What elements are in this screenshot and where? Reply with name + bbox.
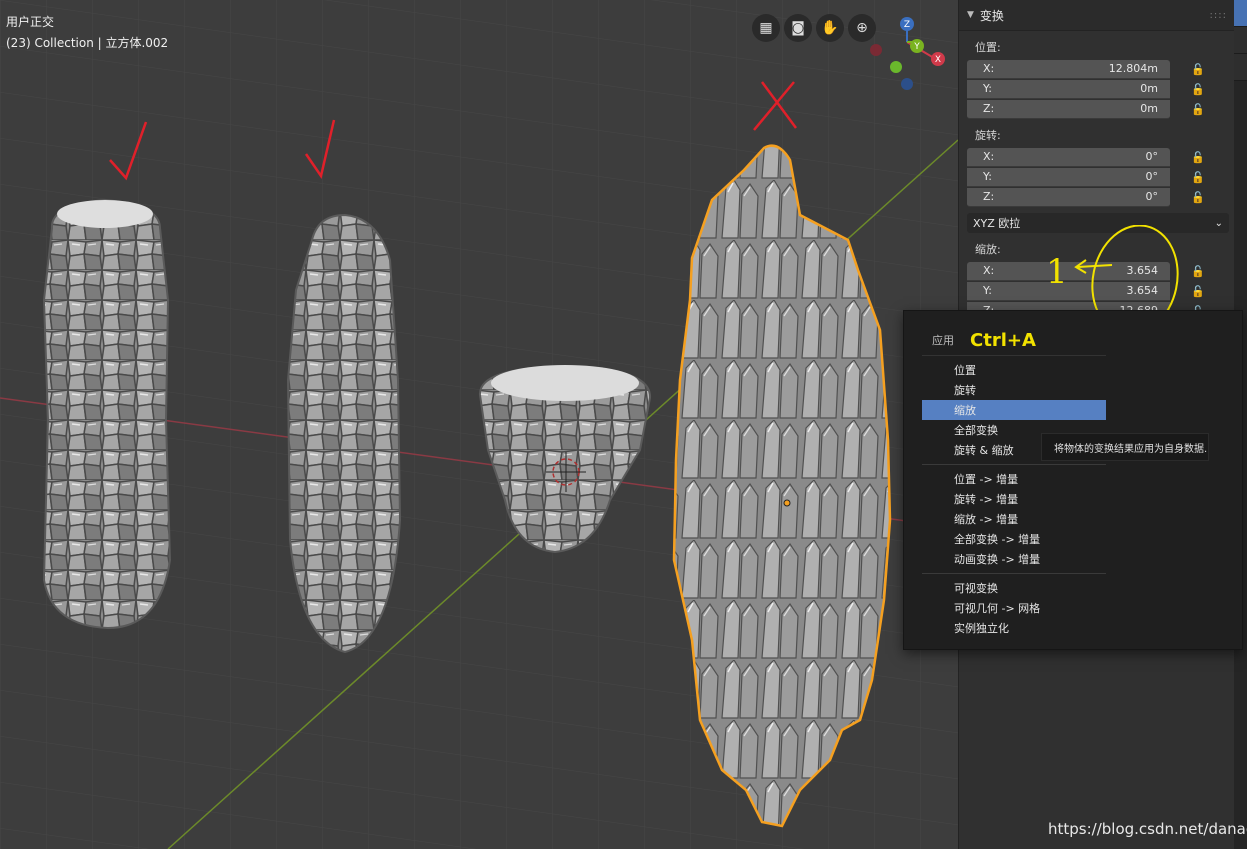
lock-icon[interactable]: 🔓 — [1191, 191, 1207, 204]
menu-item-scale-delta[interactable]: 缩放 -> 增量 — [922, 509, 1106, 529]
svg-text:X: X — [935, 55, 941, 65]
menu-separator — [922, 464, 1106, 465]
rotation-y-field[interactable]: Y: 0° — [967, 167, 1170, 187]
lock-icon[interactable]: 🔓 — [1191, 103, 1207, 116]
menu-item-visual-geometry[interactable]: 可视几何 -> 网格 — [922, 598, 1106, 618]
menu-item-rotation-delta[interactable]: 旋转 -> 增量 — [922, 489, 1106, 509]
menu-separator — [922, 573, 1106, 574]
rotation-z-field[interactable]: Z: 0° — [967, 187, 1170, 207]
lock-icon[interactable]: 🔓 — [1191, 83, 1207, 96]
rock-column-2 — [286, 213, 402, 654]
panel-header[interactable]: ▼ 变换 :::: — [959, 0, 1235, 31]
drag-handle-icon[interactable]: :::: — [1210, 10, 1227, 21]
viewport-navigation: ▦ ◙ ✋ ⊕ — [752, 14, 876, 42]
chevron-down-icon: ⌄ — [1214, 217, 1223, 229]
menu-item-visual-transform[interactable]: 可视变换 — [922, 578, 1106, 598]
collection-info: (23) Collection | 立方体.002 — [6, 36, 169, 50]
menu-item-location-delta[interactable]: 位置 -> 增量 — [922, 469, 1106, 489]
location-label: 位置: — [975, 41, 1001, 54]
collapse-triangle-icon: ▼ — [967, 10, 974, 20]
tab-view[interactable] — [1234, 54, 1247, 81]
watermark: https://blog.csdn.net/danad — [1048, 820, 1247, 838]
hand-icon[interactable]: ✋ — [816, 14, 844, 42]
menu-item-make-instances-real[interactable]: 实例独立化 — [922, 618, 1106, 638]
menu-item-all-delta[interactable]: 全部变换 -> 增量 — [922, 529, 1106, 549]
tab-tool[interactable] — [1234, 27, 1247, 54]
lock-icon[interactable]: 🔓 — [1191, 265, 1207, 278]
view-name: 用户正交 — [6, 15, 55, 29]
panel-title: 变换 — [979, 8, 1004, 23]
location-z-field[interactable]: Z: 0m — [967, 99, 1170, 119]
grid-icon[interactable]: ▦ — [752, 14, 780, 42]
menu-item-location[interactable]: 位置 — [922, 360, 1106, 380]
menu-title: 应用 Ctrl+A — [922, 325, 1106, 356]
lock-icon[interactable]: 🔓 — [1191, 151, 1207, 164]
rock-column-1 — [42, 198, 172, 630]
annotation-number: 1 — [1046, 252, 1068, 292]
location-x-field[interactable]: X: 12.804m — [967, 59, 1170, 79]
svg-text:Y: Y — [913, 42, 920, 52]
rotation-x-field[interactable]: X: 0° — [967, 147, 1170, 167]
apply-menu: 应用 Ctrl+A 位置 旋转 缩放 全部变换 旋转 & 缩放 位置 -> 增量… — [903, 310, 1243, 650]
location-y-field[interactable]: Y: 0m — [967, 79, 1170, 99]
lock-icon[interactable]: 🔓 — [1191, 63, 1207, 76]
camera-icon[interactable]: ◙ — [784, 14, 812, 42]
tab-item[interactable] — [1234, 0, 1247, 27]
shortcut-annotation: Ctrl+A — [970, 329, 1036, 351]
lock-icon[interactable]: 🔓 — [1191, 171, 1207, 184]
3d-viewport[interactable]: 用户正交 (23) Collection | 立方体.002 ▦ ◙ ✋ ⊕ Z… — [0, 0, 958, 849]
menu-tooltip: 将物体的变换结果应用为自身数据. — [1041, 433, 1209, 461]
rotation-label: 旋转: — [975, 129, 1001, 142]
menu-item-anim-delta[interactable]: 动画变换 -> 增量 — [922, 549, 1106, 569]
lock-icon[interactable]: 🔓 — [1191, 285, 1207, 298]
navigation-gizmo[interactable]: Z Y X — [862, 12, 952, 102]
viewport-scene — [0, 0, 958, 849]
menu-item-rotation[interactable]: 旋转 — [922, 380, 1106, 400]
menu-item-scale[interactable]: 缩放 — [922, 400, 1106, 420]
svg-text:Z: Z — [904, 20, 910, 30]
